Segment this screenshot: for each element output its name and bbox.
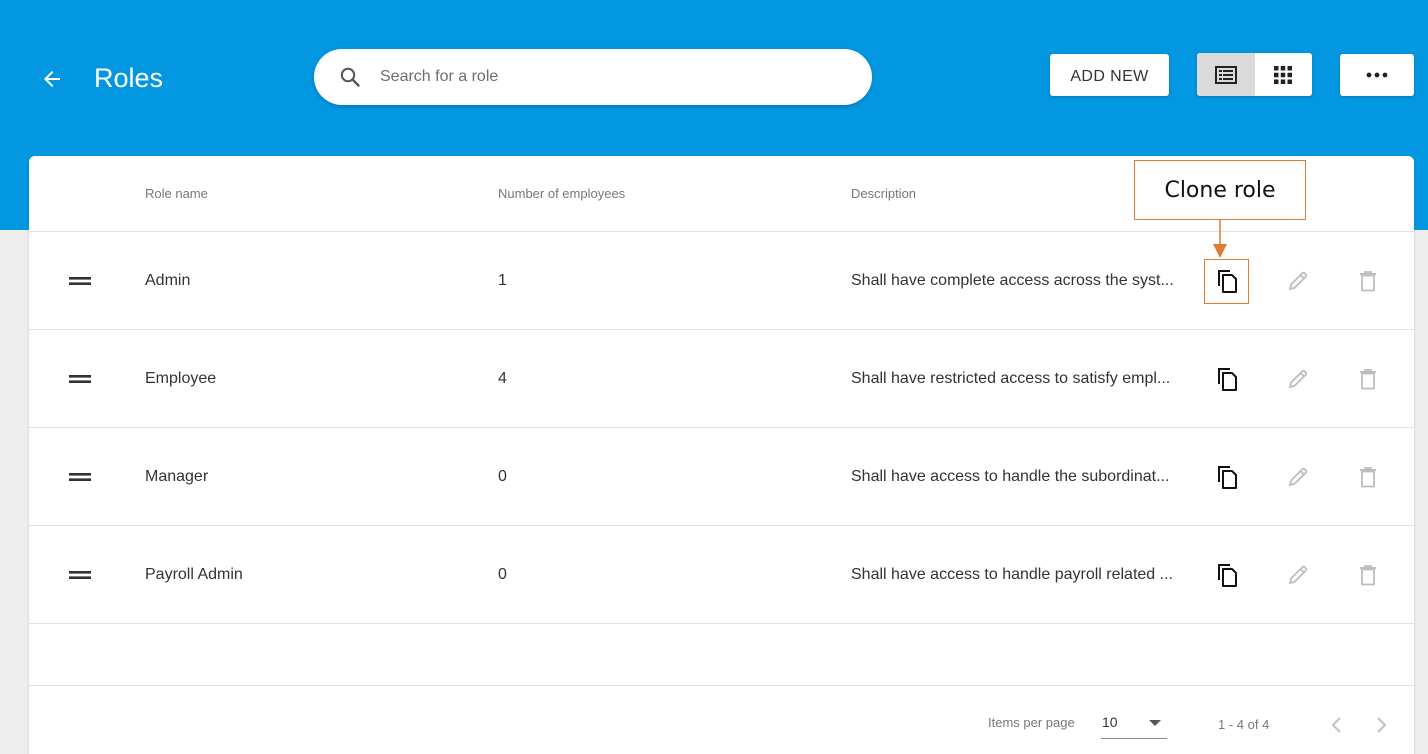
employee-count: 4 xyxy=(498,370,507,387)
chevron-right-icon[interactable] xyxy=(1369,713,1393,737)
employee-count: 0 xyxy=(498,468,507,485)
roles-table-card: Role name Number of employees Descriptio… xyxy=(29,156,1414,754)
pencil-icon xyxy=(1288,467,1308,487)
trash-icon xyxy=(1360,565,1376,586)
more-horizontal-icon xyxy=(1366,72,1388,78)
drag-handle-icon[interactable] xyxy=(69,271,91,291)
items-per-page-label: Items per page xyxy=(988,715,1075,730)
pagination-range: 1 - 4 of 4 xyxy=(1218,717,1270,732)
copy-icon xyxy=(1218,368,1237,391)
column-header-description[interactable]: Description xyxy=(851,186,916,202)
edit-role-button[interactable] xyxy=(1283,560,1313,590)
pencil-icon xyxy=(1288,369,1308,389)
role-name: Admin xyxy=(145,272,191,289)
clone-icon-highlight xyxy=(1204,259,1249,304)
back-button[interactable] xyxy=(36,62,68,96)
list-view-button[interactable] xyxy=(1197,53,1255,96)
add-new-button[interactable]: ADD NEW xyxy=(1050,54,1169,96)
callout-arrow xyxy=(1213,220,1227,258)
copy-icon xyxy=(1218,564,1237,587)
employee-count: 1 xyxy=(498,272,507,289)
drag-handle-icon[interactable] xyxy=(69,369,91,389)
footer-divider xyxy=(29,685,1414,686)
search-box xyxy=(314,49,872,105)
drag-handle-icon[interactable] xyxy=(69,565,91,585)
edit-role-button[interactable] xyxy=(1283,462,1313,492)
delete-role-button[interactable] xyxy=(1353,560,1383,590)
view-toggle xyxy=(1197,53,1312,96)
role-description: Shall have access to handle payroll rela… xyxy=(851,566,1173,583)
clone-role-button[interactable] xyxy=(1212,560,1242,590)
items-per-page-select[interactable]: 10 xyxy=(1101,709,1167,739)
column-header-role-name[interactable]: Role name xyxy=(145,186,208,202)
search-input[interactable] xyxy=(380,59,840,95)
copy-icon xyxy=(1218,466,1237,489)
role-name: Payroll Admin xyxy=(145,566,243,583)
role-description: Shall have complete access across the sy… xyxy=(851,272,1174,289)
chevron-left-icon[interactable] xyxy=(1325,713,1349,737)
role-description: Shall have restricted access to satisfy … xyxy=(851,370,1171,387)
grid-view-icon xyxy=(1274,65,1293,84)
table-row[interactable]: Payroll Admin 0 Shall have access to han… xyxy=(29,526,1414,624)
delete-role-button[interactable] xyxy=(1353,462,1383,492)
trash-icon xyxy=(1360,369,1376,390)
clone-role-button[interactable] xyxy=(1212,364,1242,394)
role-description: Shall have access to handle the subordin… xyxy=(851,468,1170,485)
edit-role-button[interactable] xyxy=(1283,266,1313,296)
trash-icon xyxy=(1360,467,1376,488)
pencil-icon xyxy=(1288,271,1308,291)
drag-handle-icon[interactable] xyxy=(69,467,91,487)
trash-icon xyxy=(1360,271,1376,292)
dropdown-arrow-icon xyxy=(1149,720,1161,726)
clone-role-callout: Clone role xyxy=(1134,160,1306,220)
role-name: Manager xyxy=(145,468,209,485)
table-row[interactable]: Manager 0 Shall have access to handle th… xyxy=(29,428,1414,526)
delete-role-button[interactable] xyxy=(1353,266,1383,296)
table-row[interactable]: Employee 4 Shall have restricted access … xyxy=(29,330,1414,428)
pencil-icon xyxy=(1288,565,1308,585)
arrow-left-icon xyxy=(44,71,60,87)
items-per-page-value: 10 xyxy=(1102,714,1118,730)
list-view-icon xyxy=(1214,65,1237,84)
role-name: Employee xyxy=(145,370,217,387)
clone-role-button[interactable] xyxy=(1212,462,1242,492)
grid-view-button[interactable] xyxy=(1255,53,1313,96)
search-icon xyxy=(340,67,360,87)
column-header-employees[interactable]: Number of employees xyxy=(498,186,625,202)
page-title: Roles xyxy=(94,63,164,93)
edit-role-button[interactable] xyxy=(1283,364,1313,394)
delete-role-button[interactable] xyxy=(1353,364,1383,394)
employee-count: 0 xyxy=(498,566,507,583)
more-options-button[interactable] xyxy=(1340,54,1414,96)
